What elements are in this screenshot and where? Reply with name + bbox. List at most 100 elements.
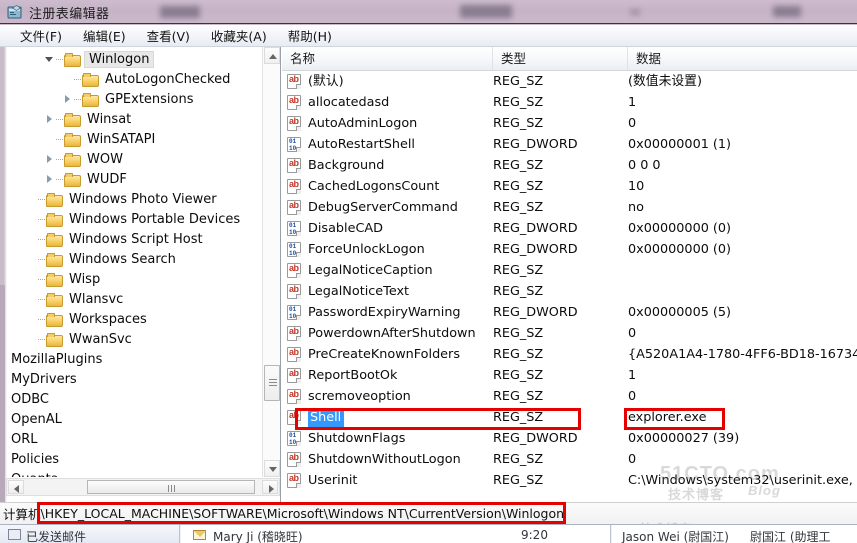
title-bar[interactable]: 注册表编辑器 [0, 0, 857, 24]
tree-node[interactable]: WUDF [8, 169, 262, 189]
tree-node[interactable]: Winlogon [8, 49, 262, 69]
table-row[interactable]: Userinit REG_SZ C:\Windows\system32\userin… [282, 470, 857, 491]
table-row[interactable]: DebugServerCommand REG_SZ no [282, 197, 857, 218]
tree-node[interactable]: Policies [8, 449, 262, 469]
table-row[interactable]: PasswordExpiryWarning REG_DWORD 0x00000005… [282, 302, 857, 323]
expand-arrow-closed-icon[interactable] [44, 173, 56, 185]
bg-contact-name: Jason Wei (尉国江) [622, 530, 729, 543]
tree-node-label: Winsat [87, 111, 132, 127]
tree-node[interactable]: MyDrivers [8, 369, 262, 389]
string-value-icon [287, 74, 302, 89]
tree-scroll-thumb[interactable] [264, 365, 280, 401]
table-row[interactable]: PowerdownAfterShutdown REG_SZ 0 [282, 323, 857, 344]
tree-node[interactable]: GPExtensions [8, 89, 262, 109]
table-row[interactable]: ShutdownWithoutLogon REG_SZ 0 [282, 449, 857, 470]
menu-file[interactable]: 文件(F) [10, 24, 73, 47]
cell-value-data: (数值未设置) [628, 74, 702, 89]
tree-node[interactable]: Wlansvc [8, 289, 262, 309]
tree-node[interactable]: Windows Photo Viewer [8, 189, 262, 209]
cell-value-name: DisableCAD [308, 221, 384, 236]
column-header-name[interactable]: 名称 [282, 47, 493, 70]
table-row[interactable]: DisableCAD REG_DWORD 0x00000000 (0) [282, 218, 857, 239]
tree-node[interactable]: ORL [8, 429, 262, 449]
table-row[interactable]: ForceUnlockLogon REG_DWORD 0x00000000 (0) [282, 239, 857, 260]
bg-folder-pane[interactable]: 已发送邮件 [0, 525, 180, 543]
folder-icon [46, 292, 63, 307]
tree-horizontal-scrollbar[interactable] [6, 478, 280, 496]
table-row[interactable]: Background REG_SZ 0 0 0 [282, 155, 857, 176]
tree-connector [38, 318, 45, 320]
cell-value-name: DebugServerCommand [308, 200, 458, 215]
menu-help[interactable]: 帮助(H) [278, 24, 343, 47]
column-header-type[interactable]: 类型 [493, 47, 628, 70]
tree-scroll-up-button[interactable] [264, 47, 280, 64]
expand-arrow-closed-icon[interactable] [44, 153, 56, 165]
bg-reading-pane[interactable]: Jason Wei (尉国江) 尉国江 (助理工 [612, 525, 857, 543]
tree-node[interactable]: ODBC [8, 389, 262, 409]
menu-edit[interactable]: 编辑(E) [73, 24, 137, 47]
tree-node[interactable]: WinSATAPI [8, 129, 262, 149]
tree-scroll-left-button[interactable] [8, 480, 24, 494]
tree-vertical-scrollbar[interactable] [262, 47, 280, 477]
tree-node[interactable]: WwanSvc [8, 329, 262, 349]
tree-scroll-down-button[interactable] [264, 460, 280, 477]
tree-node-label: Windows Photo Viewer [69, 191, 217, 207]
tree-connector [56, 58, 63, 60]
tree-node[interactable]: MozillaPlugins [8, 349, 262, 369]
cell-value-name: PreCreateKnownFolders [308, 347, 460, 362]
menu-view[interactable]: 查看(V) [137, 24, 201, 47]
cell-value-data: 0 [628, 116, 637, 131]
tree-connector [56, 158, 63, 160]
cell-value-name: PowerdownAfterShutdown [308, 326, 476, 341]
expand-arrow-open-icon[interactable] [44, 53, 56, 65]
tree-connector [74, 98, 81, 100]
expand-arrow-closed-icon[interactable] [62, 93, 74, 105]
table-row[interactable]: ShutdownFlags REG_DWORD 0x00000027 (39) [282, 428, 857, 449]
table-row[interactable]: PreCreateKnownFolders REG_SZ {A520A1A4-178… [282, 344, 857, 365]
tree-node[interactable]: Windows Script Host [8, 229, 262, 249]
tree-node[interactable]: Quanta [8, 469, 262, 478]
tree-node[interactable]: Workspaces [8, 309, 262, 329]
listview-body[interactable]: (默认) REG_SZ (数值未设置) allocatedasd REG_SZ 1 Auto… [282, 71, 857, 502]
tree-node[interactable]: WOW [8, 149, 262, 169]
string-value-icon [287, 95, 302, 110]
tree-node[interactable]: OpenAL [8, 409, 262, 429]
table-row[interactable]: allocatedasd REG_SZ 1 [282, 92, 857, 113]
cell-value-data [628, 260, 857, 281]
menu-favorites[interactable]: 收藏夹(A) [201, 24, 278, 47]
table-row[interactable]: (默认) REG_SZ (数值未设置) [282, 71, 857, 92]
folder-icon [46, 312, 63, 327]
expand-arrow-closed-icon[interactable] [44, 113, 56, 125]
tree-node[interactable]: AutoLogonChecked [8, 69, 262, 89]
column-header-data[interactable]: 数据 [628, 47, 857, 70]
tree-node[interactable]: Windows Search [8, 249, 262, 269]
bg-mail-row[interactable]: Mary Ji (稽晓旺) 9:20 [181, 525, 611, 543]
registry-tree[interactable]: Winlogon AutoLogonChecked GPExtensions Wins… [8, 49, 262, 477]
table-row[interactable]: ReportBootOk REG_SZ 1 [282, 365, 857, 386]
table-row[interactable]: scremoveoption REG_SZ 0 [282, 386, 857, 407]
table-row[interactable]: AutoAdminLogon REG_SZ 0 [282, 113, 857, 134]
tree-node[interactable]: Wisp [8, 269, 262, 289]
tree-node[interactable]: Windows Portable Devices [8, 209, 262, 229]
cell-value-type: REG_SZ [493, 200, 544, 215]
cell-value-data: 0x00000027 (39) [628, 431, 740, 446]
tree-node[interactable]: Winsat [8, 109, 262, 129]
string-value-icon [287, 179, 302, 194]
tree-hscroll-thumb[interactable] [87, 480, 255, 494]
table-row[interactable]: AutoRestartShell REG_DWORD 0x00000001 (1) [282, 134, 857, 155]
table-row[interactable]: LegalNoticeCaption REG_SZ [282, 260, 857, 281]
table-row[interactable]: LegalNoticeText REG_SZ [282, 281, 857, 302]
tree-node-label: Wlansvc [69, 291, 124, 307]
table-row[interactable]: CachedLogonsCount REG_SZ 10 [282, 176, 857, 197]
cell-value-name: ShutdownWithoutLogon [308, 452, 461, 467]
table-row[interactable]: Shell REG_SZ explorer.exe [282, 407, 857, 428]
tree-scroll-right-button[interactable] [262, 480, 278, 494]
cell-value-data: 0x00000005 (5) [628, 305, 732, 320]
cell-value-type: REG_SZ [493, 410, 544, 425]
string-value-icon [287, 452, 302, 467]
